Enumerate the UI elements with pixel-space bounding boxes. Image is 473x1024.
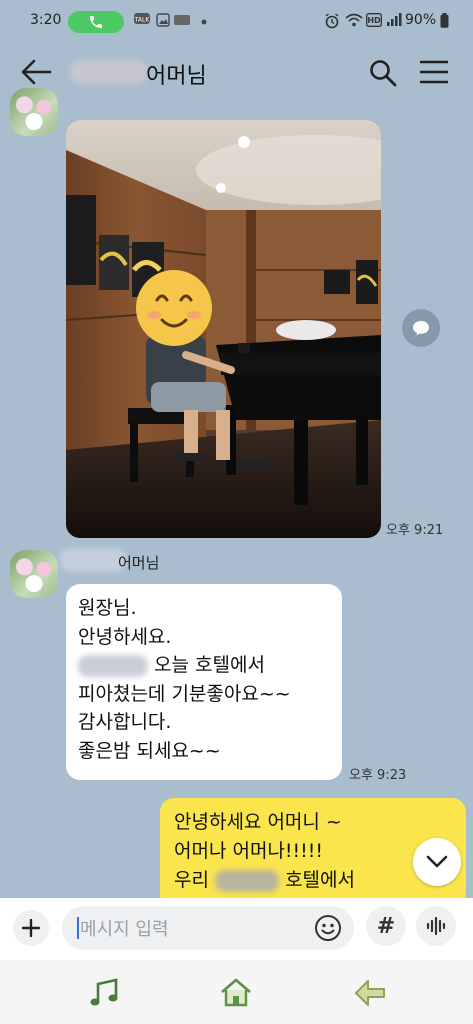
alarm-icon [324,13,340,32]
photo-time: 오후 9:21 [386,523,444,538]
dot-icon [201,14,207,28]
hd-voice-icon: HD [366,13,382,30]
voice-icon [426,917,446,935]
status-time: 3:20 [30,12,62,28]
talk-notification-icon: TALK [134,13,150,30]
redacted-text [78,654,148,677]
message-line: 피아쳤는데 기분좋아요~~ [78,682,291,705]
scroll-to-bottom-button[interactable] [413,838,461,886]
share-button[interactable] [402,309,440,347]
sender-avatar[interactable] [10,550,58,598]
signal-icon [386,13,402,30]
message-line: 감사합니다. [78,711,172,733]
menu-icon[interactable] [420,60,448,84]
redacted-text [215,869,280,892]
message-line: 좋은밤 되세요~~ [78,739,221,762]
plus-icon [22,919,40,937]
message-line-text: 호텔에서 [285,869,355,891]
sender-name: 어머님 [118,554,160,572]
message-line: 어머나 어머나!!!!! [174,840,324,862]
message-input-wrapper [62,906,354,950]
ongoing-call-pill[interactable] [68,11,124,33]
chevron-down-icon [426,855,448,868]
home-icon[interactable] [218,976,254,1010]
redacted-sender-name [60,548,126,572]
back-arrow-icon[interactable] [20,58,52,86]
incoming-message-bubble[interactable]: 원장님. 안녕하세요. 오늘 호텔에서 피아쳤는데 기분좋아요~~ 감사합니다.… [66,584,342,780]
emoji-icon[interactable] [314,914,342,942]
chat-title-text: 어머님 [146,64,207,89]
message-line-redacted: 우리 호텔에서 [174,866,452,895]
search-icon[interactable] [368,58,398,88]
redacted-name [70,60,148,84]
phone-icon [90,16,102,28]
gallery-notification-icon [156,13,170,30]
battery-text: 90% [405,12,437,28]
message-line: 안녕하세요 어머니 ~ [174,811,342,833]
message-line-text: 우리 [174,869,209,891]
message-input-bar: # [0,898,473,960]
message-input[interactable] [78,914,312,944]
message-line: 원장님. [78,597,137,619]
chat-header: 어머님 [0,44,473,100]
share-icon [413,321,429,336]
app-notification-icon [174,13,190,30]
status-bar: 3:20 TALK HD 90% [0,0,473,44]
hash-button[interactable]: # [366,906,406,946]
voice-button[interactable] [416,906,456,946]
incoming-time: 오후 9:23 [349,768,407,783]
avatar[interactable] [10,88,58,136]
hash-icon: # [376,913,396,939]
message-line-text: 오늘 호텔에서 [154,654,265,676]
battery-icon [440,13,449,31]
system-nav-bar [0,960,473,1024]
attach-button[interactable] [13,910,49,946]
piano-photo [66,120,381,538]
svg-text:TALK: TALK [134,17,150,24]
photo-message[interactable] [66,120,381,538]
wifi-icon [345,13,363,30]
svg-text:HD: HD [367,16,381,25]
music-note-icon[interactable] [88,976,124,1010]
message-line-redacted: 오늘 호텔에서 [78,651,330,680]
message-line: 안녕하세요. [78,625,172,648]
back-icon[interactable] [352,976,388,1010]
